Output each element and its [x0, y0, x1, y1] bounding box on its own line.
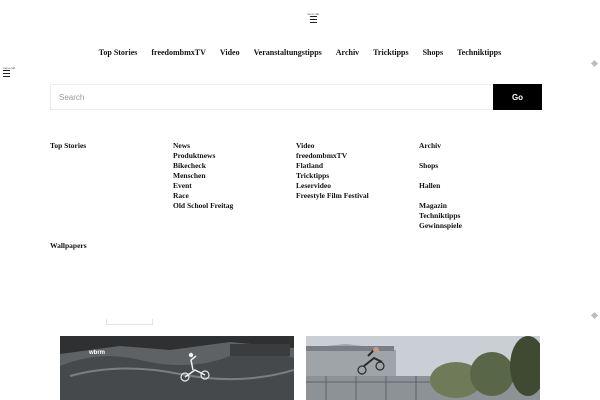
- menu-item-menschen[interactable]: Menschen: [173, 171, 293, 181]
- menu-item-hallen[interactable]: Hallen: [419, 181, 539, 191]
- menu-item-gewinnspiele[interactable]: Gewinnspiele: [419, 221, 539, 231]
- nav-video[interactable]: Video: [213, 48, 247, 57]
- thumb-logo-text: wbrm: [88, 350, 105, 356]
- menu-item-produktnews[interactable]: Produktnews: [173, 151, 293, 161]
- menu-item-old-school-freitag[interactable]: Old School Freitag: [173, 201, 293, 211]
- nav-top-stories[interactable]: Top Stories: [92, 48, 145, 57]
- menu-column-top-stories: Top Stories: [50, 141, 170, 151]
- menu-heading-top-stories[interactable]: Top Stories: [50, 141, 170, 151]
- scroll-marker-icon[interactable]: [590, 59, 599, 68]
- nav-tricktipps[interactable]: Tricktipps: [366, 48, 415, 57]
- menu-toggle-label: menu lab: [306, 12, 320, 16]
- nav-freedombmxtv[interactable]: freedombmxTV: [144, 48, 213, 57]
- skatepark-image: wbrm: [60, 336, 294, 400]
- nav-veranstaltungstipps[interactable]: Veranstaltungstipps: [247, 48, 329, 57]
- menu-item-wallpapers[interactable]: Wallpapers: [50, 241, 87, 250]
- hamburger-icon: [3, 70, 10, 77]
- menu-item-tricktipps[interactable]: Tricktipps: [296, 171, 416, 181]
- menu-toggle-side[interactable]: menu lab: [3, 66, 17, 79]
- nav-techniktipps[interactable]: Techniktipps: [450, 48, 508, 57]
- content-tab[interactable]: [106, 319, 153, 325]
- search-go-button[interactable]: Go: [493, 84, 542, 110]
- menu-heading-video[interactable]: Video: [296, 141, 416, 151]
- nav-archiv[interactable]: Archiv: [329, 48, 366, 57]
- menu-item-flatland[interactable]: Flatland: [296, 161, 416, 171]
- nav-shops[interactable]: Shops: [416, 48, 450, 57]
- rider-image: [306, 336, 540, 400]
- menu-toggle-top[interactable]: menu lab: [306, 12, 320, 25]
- menu-item-event[interactable]: Event: [173, 181, 293, 191]
- menu-item-archiv[interactable]: Archiv: [419, 141, 539, 151]
- search-input[interactable]: [51, 85, 493, 109]
- menu-column-news: News Produktnews Bikecheck Menschen Even…: [173, 141, 293, 211]
- search-form: Go: [50, 84, 542, 110]
- side-menu-label: menu lab: [3, 66, 16, 70]
- menu-item-freestyle-film-festival[interactable]: Freestyle Film Festival: [296, 191, 416, 201]
- menu-heading-news[interactable]: News: [173, 141, 293, 151]
- menu-item-techniktipps[interactable]: Techniktipps: [419, 211, 539, 221]
- menu-item-freedombmxtv[interactable]: freedombmxTV: [296, 151, 416, 161]
- article-thumbnail-rider[interactable]: [306, 336, 540, 400]
- menu-column-archiv: Archiv Shops Hallen Magazin Techniktipps…: [419, 141, 539, 231]
- article-thumbnail-skatepark[interactable]: wbrm: [60, 336, 294, 400]
- menu-item-shops[interactable]: Shops: [419, 161, 539, 171]
- hamburger-icon: [309, 16, 317, 23]
- menu-item-bikecheck[interactable]: Bikecheck: [173, 161, 293, 171]
- main-navigation: Top Stories freedombmxTV Video Veranstal…: [0, 48, 600, 57]
- menu-column-video: Video freedombmxTV Flatland Tricktipps L…: [296, 141, 416, 201]
- scroll-marker-icon[interactable]: [590, 311, 599, 320]
- menu-item-magazin[interactable]: Magazin: [419, 201, 539, 211]
- menu-item-leservideo[interactable]: Leservideo: [296, 181, 416, 191]
- menu-item-race[interactable]: Race: [173, 191, 293, 201]
